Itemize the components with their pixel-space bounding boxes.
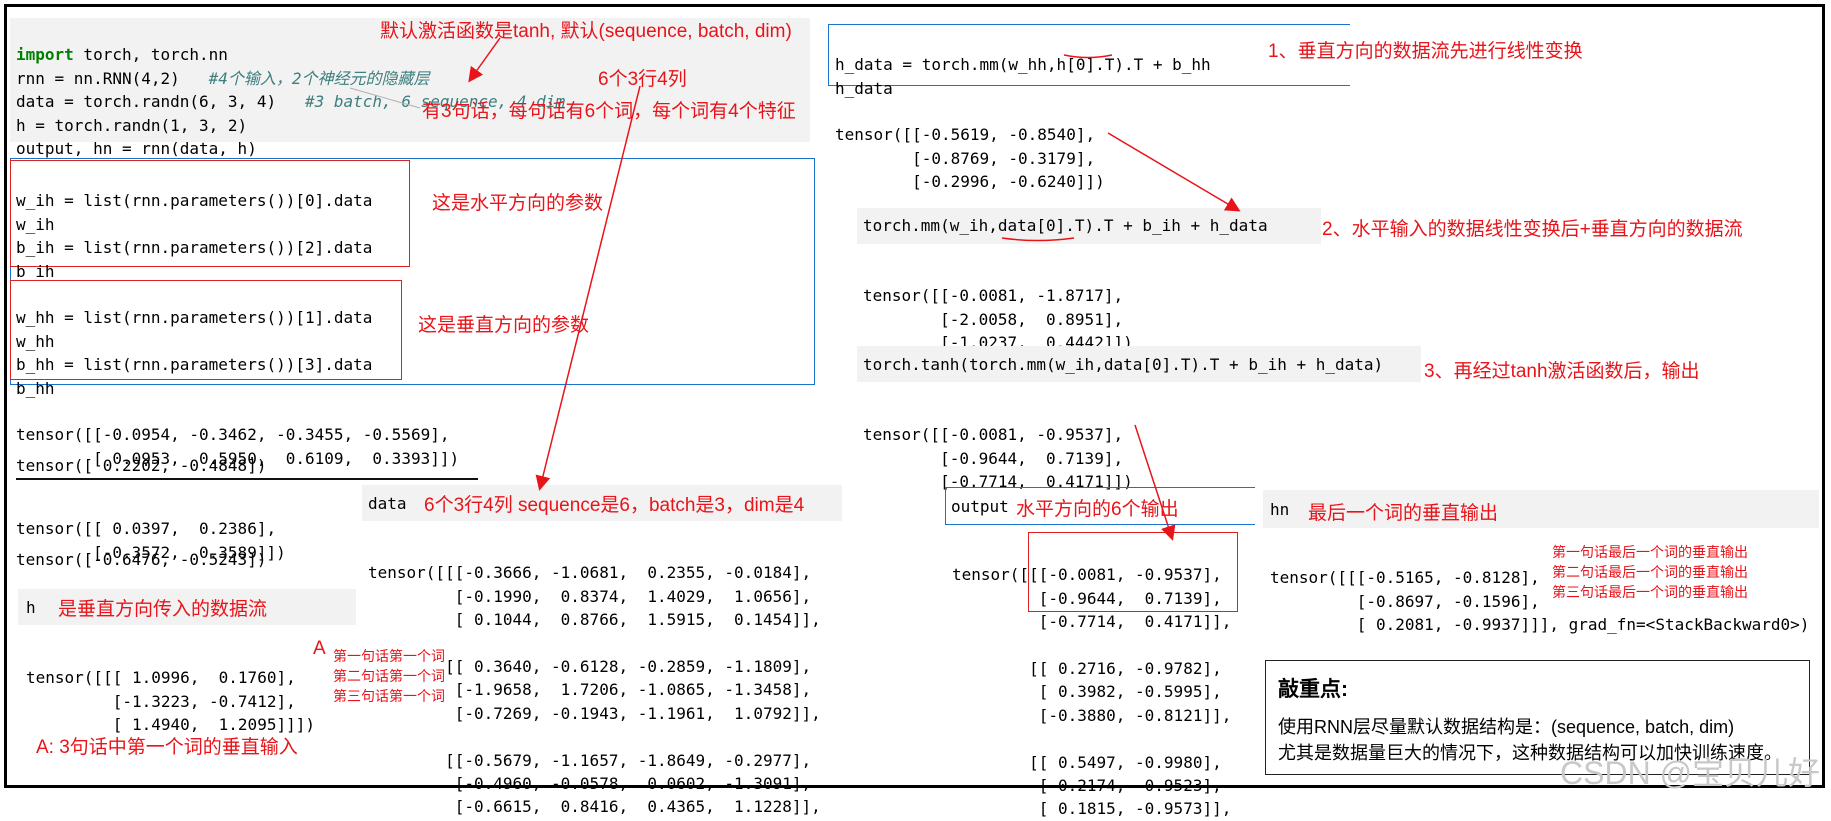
arrow-data-to-cell — [535, 85, 641, 491]
arrow-hdata-to-step2 — [1107, 132, 1241, 212]
line-three-sentences — [349, 87, 421, 109]
underline-h0 — [1063, 54, 1113, 59]
arrow-overlay — [349, 37, 1241, 541]
arrow-activation — [468, 37, 501, 83]
underline-data0 — [1001, 237, 1075, 242]
arrow-step3-to-output — [1134, 424, 1176, 541]
